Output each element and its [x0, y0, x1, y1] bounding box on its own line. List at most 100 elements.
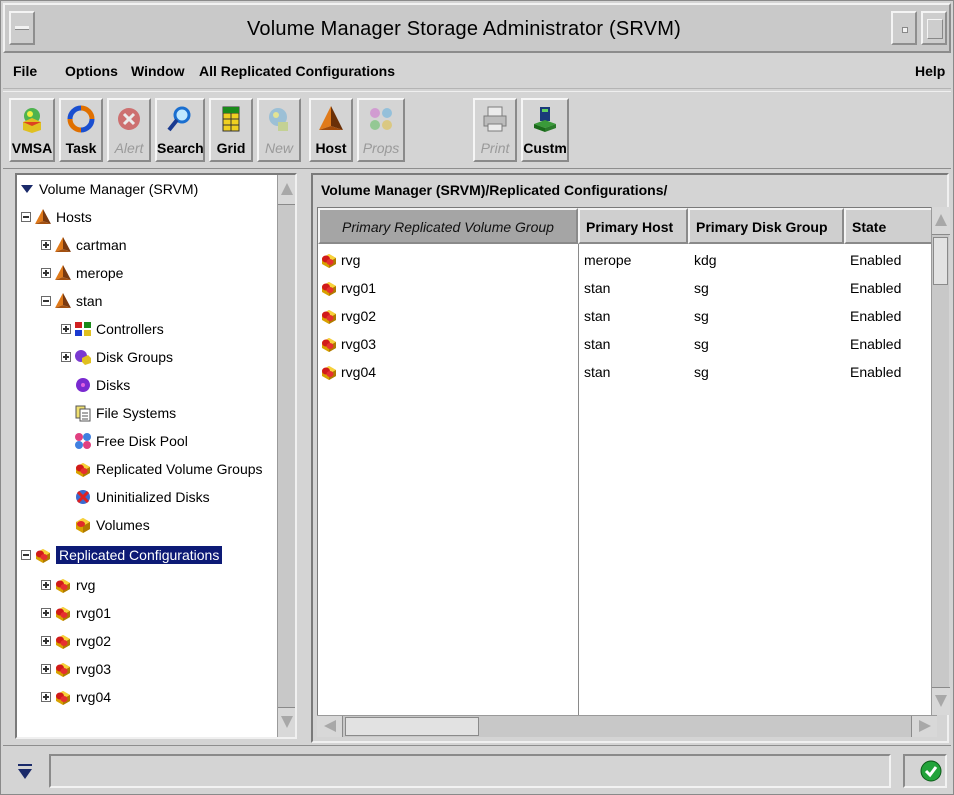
- tree-item-controllers[interactable]: Controllers: [61, 317, 164, 341]
- scroll-thumb[interactable]: [345, 717, 479, 736]
- scroll-down-arrow-icon[interactable]: [932, 687, 950, 715]
- tree-item-rvg[interactable]: rvg: [41, 573, 95, 597]
- menu-window[interactable]: Window: [131, 63, 185, 79]
- object-tree[interactable]: Volume Manager (SRVM) Hosts cartman mero…: [15, 173, 297, 739]
- expand-icon[interactable]: [41, 664, 51, 674]
- alert-button[interactable]: Alert: [107, 98, 151, 162]
- host-icon: [319, 106, 343, 130]
- cell-primary-disk-group: sg: [694, 364, 709, 380]
- scroll-right-arrow-icon[interactable]: [911, 716, 937, 737]
- cell-primary-disk-group: sg: [694, 308, 709, 324]
- table-row-rvg04[interactable]: rvg04: [320, 358, 376, 386]
- new-button[interactable]: New: [257, 98, 301, 162]
- tree-item-rvg02[interactable]: rvg02: [41, 629, 111, 653]
- window-menu-button[interactable]: [9, 11, 35, 45]
- menu-help[interactable]: Help: [915, 63, 945, 79]
- table-horizontal-scrollbar[interactable]: [317, 715, 937, 737]
- tree-item-rvg01[interactable]: rvg01: [41, 601, 111, 625]
- scroll-up-arrow-icon[interactable]: [932, 207, 950, 235]
- scroll-thumb[interactable]: [933, 237, 948, 285]
- scroll-up-arrow-icon[interactable]: [278, 175, 295, 205]
- replicated-volume-group-icon: [54, 576, 72, 594]
- column-header-state[interactable]: State: [844, 208, 938, 244]
- tree-item-replicated-volume-groups[interactable]: Replicated Volume Groups: [74, 457, 263, 481]
- replicated-configurations-table[interactable]: Primary Replicated Volume Group Primary …: [317, 207, 938, 716]
- expand-icon[interactable]: [41, 580, 51, 590]
- tree-item-disk-groups[interactable]: Disk Groups: [61, 345, 173, 369]
- tree-item-replicated-configurations[interactable]: Replicated Configurations: [21, 543, 223, 567]
- expand-icon[interactable]: [41, 608, 51, 618]
- tree-item-uninitialized-disks[interactable]: Uninitialized Disks: [74, 485, 210, 509]
- props-label: Props: [362, 140, 400, 156]
- menu-file[interactable]: File: [13, 63, 37, 79]
- vmsa-button[interactable]: VMSA: [9, 98, 55, 162]
- collapse-arrow-icon: [21, 185, 33, 193]
- tree-item-host-stan[interactable]: stan: [41, 289, 102, 313]
- expand-icon[interactable]: [41, 240, 51, 250]
- collapse-icon[interactable]: [41, 296, 51, 306]
- tree-item-label: rvg02: [76, 633, 112, 649]
- column-header-primary-disk-group[interactable]: Primary Disk Group: [688, 208, 844, 244]
- maximize-button[interactable]: [921, 11, 947, 45]
- alert-label: Alert: [114, 140, 144, 156]
- props-button[interactable]: Props: [357, 98, 405, 162]
- tree-item-rvg03[interactable]: rvg03: [41, 657, 111, 681]
- scroll-down-arrow-icon[interactable]: [278, 707, 295, 737]
- table-row-rvg03[interactable]: rvg03: [320, 330, 376, 358]
- new-label: New: [264, 140, 293, 156]
- print-button[interactable]: Print: [473, 98, 517, 162]
- cell-rvg-name: rvg02: [341, 308, 377, 324]
- replicated-volume-group-icon: [54, 604, 72, 622]
- column-header-primary-rvg[interactable]: Primary Replicated Volume Group: [318, 208, 578, 244]
- replicated-volume-group-icon: [320, 335, 338, 353]
- tree-item-file-systems[interactable]: File Systems: [74, 401, 176, 425]
- replicated-volume-group-icon: [54, 632, 72, 650]
- cell-primary-disk-group: sg: [694, 336, 709, 352]
- tree-item-host-cartman[interactable]: cartman: [41, 233, 127, 257]
- tree-item-label: rvg: [76, 577, 96, 593]
- menu-options[interactable]: Options: [65, 63, 118, 79]
- expand-icon[interactable]: [41, 692, 51, 702]
- disk-groups-icon: [75, 350, 91, 365]
- host-icon: [54, 236, 72, 254]
- grid-button[interactable]: Grid: [209, 98, 253, 162]
- tree-item-host-merope[interactable]: merope: [41, 261, 123, 285]
- expand-icon[interactable]: [61, 324, 71, 334]
- tree-item-rvg04[interactable]: rvg04: [41, 685, 111, 709]
- host-button[interactable]: Host: [309, 98, 353, 162]
- task-button[interactable]: Task: [59, 98, 103, 162]
- host-label: Host: [315, 140, 347, 156]
- tree-item-volumes[interactable]: Volumes: [74, 513, 150, 537]
- tree-vertical-scrollbar[interactable]: [277, 175, 295, 737]
- table-vertical-scrollbar[interactable]: [931, 207, 950, 715]
- new-icon: [269, 108, 288, 131]
- column-header-primary-host[interactable]: Primary Host: [578, 208, 688, 244]
- tree-item-disks[interactable]: Disks: [74, 373, 130, 397]
- custom-button[interactable]: Custm: [521, 98, 569, 162]
- toolbar: VMSA Task Alert Search Grid New Host Pro…: [3, 91, 951, 169]
- cell-rvg-name: rvg04: [341, 364, 377, 380]
- minimize-button[interactable]: [891, 11, 917, 45]
- menu-all-replicated-configurations[interactable]: All Replicated Configurations: [199, 63, 395, 79]
- collapse-arrow-icon: [18, 764, 32, 779]
- host-icon: [54, 264, 72, 282]
- column-divider: [578, 244, 579, 716]
- tree-item-free-disk-pool[interactable]: Free Disk Pool: [74, 429, 188, 453]
- scroll-left-arrow-icon[interactable]: [317, 716, 343, 737]
- expand-icon[interactable]: [61, 352, 71, 362]
- cell-state: Enabled: [850, 336, 902, 352]
- content-pane: Volume Manager (SRVM)/Replicated Configu…: [311, 173, 950, 743]
- table-row-rvg[interactable]: rvg: [320, 246, 360, 274]
- expand-icon[interactable]: [41, 268, 51, 278]
- collapse-icon[interactable]: [21, 550, 31, 560]
- table-row-rvg02[interactable]: rvg02: [320, 302, 376, 330]
- status-toggle-button[interactable]: [11, 754, 41, 788]
- menu-bar: File Options Window All Replicated Confi…: [3, 55, 951, 89]
- collapse-icon[interactable]: [21, 212, 31, 222]
- table-row-rvg01[interactable]: rvg01: [320, 274, 376, 302]
- tree-root[interactable]: Volume Manager (SRVM): [21, 177, 198, 201]
- expand-icon[interactable]: [41, 636, 51, 646]
- host-icon: [54, 292, 72, 310]
- search-button[interactable]: Search: [155, 98, 205, 162]
- tree-item-hosts[interactable]: Hosts: [21, 205, 92, 229]
